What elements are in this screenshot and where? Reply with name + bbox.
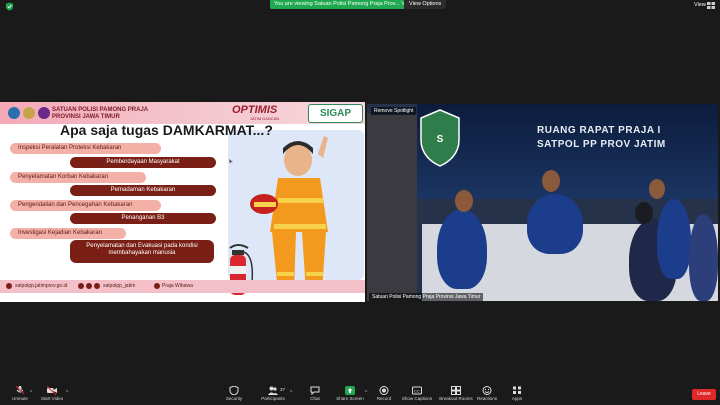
participants-button[interactable]: Participants [253, 386, 293, 401]
task-item: Pemberdayaan Masyarakat [70, 157, 216, 168]
sigap-logo: SIGAP [308, 104, 363, 123]
participant-name-label: Satuan Polisi Pamong Praja Provinsi Jawa… [369, 293, 484, 301]
youtube-icon [86, 283, 92, 289]
participants-icon [268, 386, 278, 395]
share-screen-icon [345, 386, 355, 395]
participant-head [455, 190, 473, 212]
top-bar: You are viewing Satuan Polisi Pamong Pra… [0, 0, 720, 11]
room-title-line2: SATPOL PP PROV JATIM [537, 139, 666, 150]
org-name-line1: SATUAN POLISI PAMONG PRAJA [52, 107, 149, 113]
apps-button[interactable]: Apps [497, 386, 537, 401]
video-tile[interactable]: RUANG RAPAT PRAJA I SATPOL PP PROV JATIM… [367, 104, 718, 301]
view-button[interactable]: View [694, 2, 706, 8]
satpol-logo [23, 107, 35, 119]
video-camera-off-icon [47, 386, 57, 395]
task-item: Penyelamatan Korban Kebakaran [10, 172, 146, 183]
task-item: Penyelamatan dan Evakuasi pada kondisi m… [70, 240, 214, 263]
room-title-line1: RUANG RAPAT PRAJA I [537, 125, 661, 136]
footer-tagline: Praja Wibawa [162, 283, 193, 289]
svg-text:S: S [437, 134, 444, 145]
task-item: Pengendalian dan Pencegahan Kebakaran [10, 200, 161, 211]
org-title: SATUAN POLISI PAMONG PRAJA PROVINSI JAWA… [52, 107, 148, 121]
room-wall [367, 114, 417, 301]
twitter-icon [94, 283, 100, 289]
security-button[interactable]: Security [214, 386, 254, 401]
participants-label: Participants [261, 396, 285, 401]
participant-person [689, 214, 718, 301]
chat-label: Chat [310, 396, 320, 401]
participant-person [657, 199, 691, 279]
participant-head [635, 202, 653, 224]
firefighter-illustration [250, 136, 328, 292]
footer-website: satpolpp.jatimprov.go.id [15, 283, 68, 289]
instagram-icon [78, 283, 84, 289]
microphone-muted-icon [15, 386, 25, 395]
room-title: RUANG RAPAT PRAJA I SATPOL PP PROV JATIM [537, 124, 666, 152]
task-item: Penanganan B3 [70, 213, 216, 224]
participants-options-icon[interactable]: ^ [290, 390, 292, 396]
participant-head [649, 179, 665, 199]
footer-social: satpolpp_jatim [103, 283, 136, 289]
meeting-toolbar: Unmute ^ Start Video ^ Security Particip… [0, 385, 720, 405]
chat-bubble-icon [310, 386, 320, 395]
slide-footer: satpolpp.jatimprov.go.id satpolpp_jatim … [0, 280, 365, 293]
room-banner: RUANG RAPAT PRAJA I SATPOL PP PROV JATIM [417, 104, 718, 199]
mouse-cursor-icon [229, 159, 233, 164]
task-item: Investigasi Kejadian Kebakaran [10, 228, 126, 239]
apps-icon [513, 386, 521, 394]
slide-header: SATUAN POLISI PAMONG PRAJA PROVINSI JAWA… [0, 102, 365, 124]
province-logo [8, 107, 20, 119]
org-name-line2: PROVINSI JAWA TIMUR [52, 114, 120, 120]
remove-spotlight-button[interactable]: Remove Spotlight [371, 107, 417, 115]
view-options-button[interactable]: View Options [404, 0, 447, 9]
start-video-label: Start Video [40, 396, 64, 401]
shield-icon [229, 386, 239, 395]
participant-person [437, 209, 487, 289]
participant-person [527, 194, 583, 254]
task-item: Inspeksi Peralatan Proteksi Kebakaran [10, 143, 161, 154]
show-captions-label: Show Captions [401, 396, 433, 401]
participants-count: 37 [280, 387, 286, 392]
facebook-icon [154, 283, 160, 289]
task-item: Pemadaman Kebakaran [70, 185, 216, 196]
video-options-icon[interactable]: ^ [66, 390, 68, 396]
svg-text:CC: CC [414, 389, 420, 394]
agency-logo [38, 107, 50, 119]
participant-head [542, 170, 560, 192]
captions-icon: CC [412, 386, 422, 395]
record-icon [379, 386, 389, 395]
leave-button[interactable]: Leave [692, 389, 716, 400]
smiley-icon [482, 386, 492, 395]
sigap-emblem-icon: S [420, 109, 460, 167]
grid-view-icon[interactable] [707, 2, 715, 9]
slide-title: Apa saja tugas DAMKARMAT...? [60, 122, 273, 138]
chat-button[interactable]: Chat [295, 386, 335, 401]
jatim-dancan-text: JATIM DANCAN [250, 116, 280, 121]
apps-label: Apps [511, 396, 523, 401]
show-captions-button[interactable]: CC Show Captions [397, 386, 437, 401]
security-label: Security [225, 396, 243, 401]
optimis-logo: OPTIMIS [232, 104, 278, 116]
globe-icon [6, 283, 12, 289]
breakout-rooms-icon [451, 386, 461, 395]
shared-screen: SATUAN POLISI PAMONG PRAJA PROVINSI JAWA… [0, 102, 365, 302]
shield-check-icon[interactable] [5, 2, 14, 11]
